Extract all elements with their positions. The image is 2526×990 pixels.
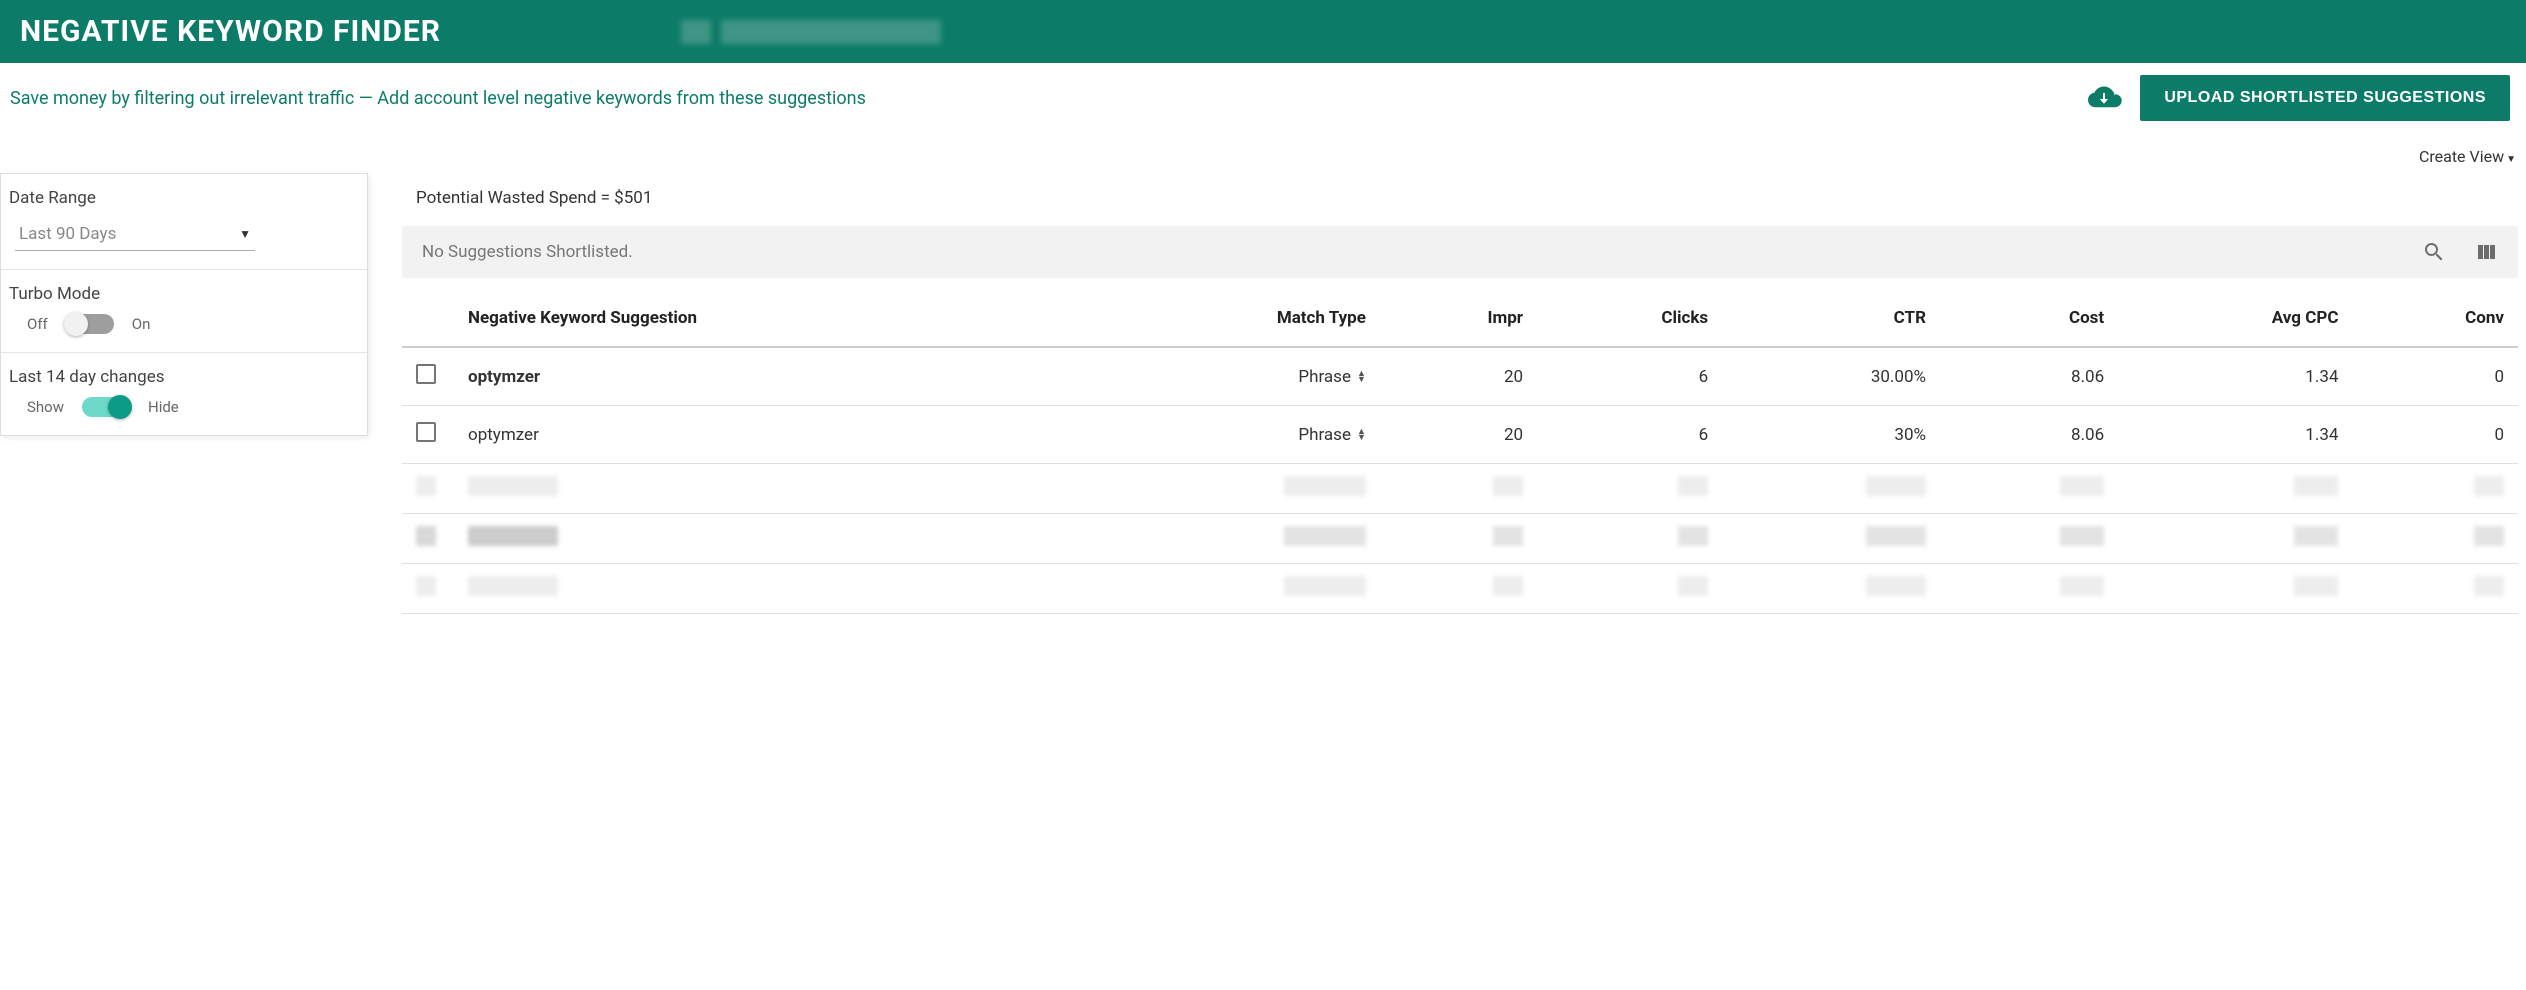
cell-avgcpc: 1.34	[2118, 406, 2352, 464]
table-row-redacted	[402, 564, 2518, 614]
date-range-select[interactable]: Last 90 Days ▼	[15, 218, 255, 251]
wasted-spend-text: Potential Wasted Spend = $501	[402, 182, 2518, 226]
date-range-label: Date Range	[9, 188, 359, 208]
cell-cost: 8.06	[1940, 406, 2118, 464]
cloud-download-icon[interactable]	[2088, 86, 2122, 110]
search-icon[interactable]	[2422, 240, 2446, 264]
create-view-dropdown[interactable]: Create View▼	[402, 143, 2518, 182]
shortlist-status: No Suggestions Shortlisted.	[422, 242, 2394, 262]
row-checkbox[interactable]	[416, 422, 436, 442]
turbo-mode-toggle[interactable]	[66, 314, 114, 334]
col-impr[interactable]: Impr	[1380, 286, 1537, 347]
subheader: Save money by filtering out irrelevant t…	[0, 63, 2526, 133]
columns-icon[interactable]	[2474, 240, 2498, 264]
chevron-down-icon: ▼	[2506, 154, 2516, 165]
turbo-off-label: Off	[27, 315, 48, 333]
cell-keyword: optymzer	[454, 347, 1090, 406]
header-redacted-area	[681, 20, 941, 44]
col-ctr[interactable]: CTR	[1722, 286, 1940, 347]
table-row: optymzerPhrase ▲▼20630%8.061.340	[402, 406, 2518, 464]
upload-shortlisted-button[interactable]: UPLOAD SHORTLISTED SUGGESTIONS	[2140, 75, 2510, 121]
cell-avgcpc: 1.34	[2118, 347, 2352, 406]
cell-cost: 8.06	[1940, 347, 2118, 406]
cell-impr: 20	[1380, 347, 1537, 406]
changes-hide-label: Hide	[148, 398, 179, 416]
cell-conv: 0	[2352, 347, 2518, 406]
tagline: Save money by filtering out irrelevant t…	[10, 88, 2088, 109]
sort-icon: ▲▼	[1357, 429, 1366, 441]
table-row: optymzerPhrase ▲▼20630.00%8.061.340	[402, 347, 2518, 406]
table-toolbar: No Suggestions Shortlisted.	[402, 226, 2518, 278]
cell-match[interactable]: Phrase ▲▼	[1090, 406, 1380, 464]
table-row-redacted	[402, 514, 2518, 564]
cell-clicks: 6	[1537, 406, 1722, 464]
page-title: NEGATIVE KEYWORD FINDER	[20, 14, 441, 49]
cell-ctr: 30.00%	[1722, 347, 1940, 406]
changes-label: Last 14 day changes	[9, 367, 359, 387]
cell-keyword: optymzer	[454, 406, 1090, 464]
date-range-value: Last 90 Days	[19, 224, 116, 244]
cell-impr: 20	[1380, 406, 1537, 464]
app-header: NEGATIVE KEYWORD FINDER	[0, 0, 2526, 63]
cell-clicks: 6	[1537, 347, 1722, 406]
turbo-on-label: On	[132, 315, 151, 333]
col-avgcpc[interactable]: Avg CPC	[2118, 286, 2352, 347]
col-cost[interactable]: Cost	[1940, 286, 2118, 347]
suggestions-table: Negative Keyword Suggestion Match Type I…	[402, 286, 2518, 614]
cell-conv: 0	[2352, 406, 2518, 464]
col-match[interactable]: Match Type	[1090, 286, 1380, 347]
col-conv[interactable]: Conv	[2352, 286, 2518, 347]
row-checkbox[interactable]	[416, 364, 436, 384]
table-row-redacted	[402, 464, 2518, 514]
changes-toggle[interactable]	[82, 397, 130, 417]
cell-match[interactable]: Phrase ▲▼	[1090, 347, 1380, 406]
col-keyword[interactable]: Negative Keyword Suggestion	[454, 286, 1090, 347]
changes-show-label: Show	[27, 398, 64, 416]
chevron-down-icon: ▼	[239, 227, 251, 241]
col-clicks[interactable]: Clicks	[1537, 286, 1722, 347]
cell-ctr: 30%	[1722, 406, 1940, 464]
filter-sidebar: Date Range Last 90 Days ▼ Turbo Mode Off…	[0, 173, 368, 436]
turbo-mode-label: Turbo Mode	[9, 284, 359, 304]
sort-icon: ▲▼	[1357, 371, 1366, 383]
main-content: Create View▼ Potential Wasted Spend = $5…	[368, 133, 2526, 614]
